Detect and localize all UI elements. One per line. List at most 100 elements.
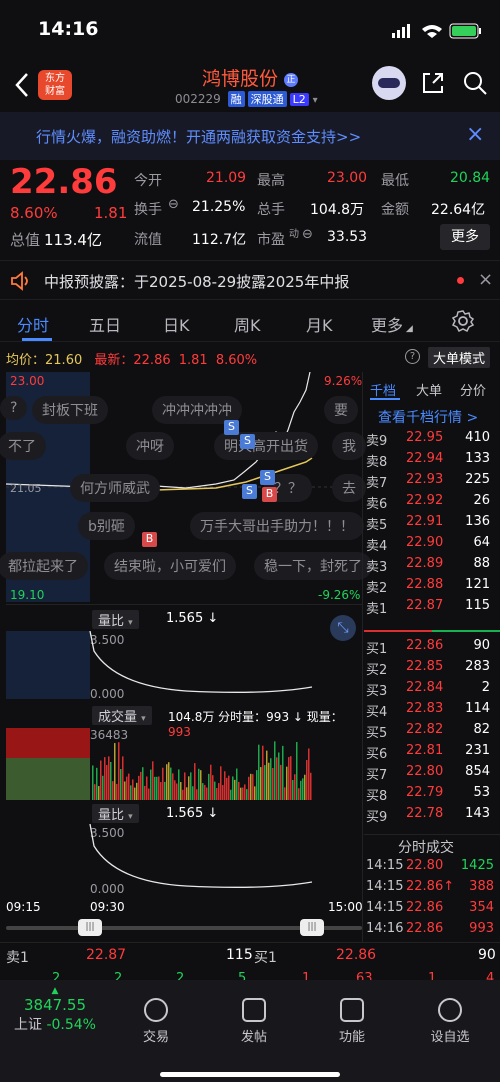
low-value: 20.84 bbox=[450, 170, 491, 186]
nav-functions[interactable]: 功能 bbox=[312, 998, 392, 1045]
ask-row[interactable]: 卖2 22.88 121 bbox=[364, 577, 500, 599]
bid-row[interactable]: 买8 22.79 53 bbox=[364, 785, 500, 807]
bid-row[interactable]: 买1 22.86 90 bbox=[364, 638, 500, 660]
book-tab-big[interactable]: 大单 bbox=[416, 380, 442, 399]
tag-sz-connect: 深股通 bbox=[247, 91, 287, 107]
ask-volume: 225 bbox=[465, 472, 490, 487]
book-view-link[interactable]: 查看千档行情 > bbox=[378, 407, 478, 427]
trade-volume: 388 bbox=[469, 879, 494, 894]
banner-text[interactable]: 行情火爆，融资助燃！开通两融获取资金支持>> bbox=[36, 126, 361, 147]
trade-price: 22.80 bbox=[406, 858, 444, 873]
volume-ratio-panel-1[interactable]: 量比 ▾ 1.565 ↓ 3.500 0.000 ⤡ bbox=[6, 604, 362, 701]
book-tab-price[interactable]: 分价 bbox=[460, 380, 486, 399]
range-handle-right[interactable]: ||| bbox=[300, 919, 324, 936]
trade-row: 14:15 22.86↑ 388 bbox=[364, 879, 500, 901]
bid-row[interactable]: 买7 22.80 854 bbox=[364, 764, 500, 786]
book-divider bbox=[364, 630, 500, 632]
volume-selector[interactable]: 成交量 ▾ bbox=[92, 706, 152, 725]
volume-ratio-selector-1[interactable]: 量比 ▾ bbox=[92, 610, 139, 629]
avg-label: 均价： bbox=[6, 353, 46, 368]
bid-level-label: 买2 bbox=[366, 663, 388, 678]
settings-icon[interactable] bbox=[452, 310, 474, 332]
ask-row[interactable]: 卖7 22.93 225 bbox=[364, 472, 500, 494]
nav-watchlist[interactable]: 设自选 bbox=[410, 998, 490, 1045]
tab-daily-k[interactable]: 日K bbox=[163, 312, 190, 336]
bid-price: 22.84 bbox=[406, 680, 444, 695]
bid-volume: 90 bbox=[473, 638, 490, 653]
book-tab-thousand[interactable]: 千档 bbox=[370, 380, 396, 399]
bid-row[interactable]: 买3 22.84 2 bbox=[364, 680, 500, 702]
low-label: 最低 bbox=[381, 173, 409, 189]
tab-monthly-k[interactable]: 月K bbox=[306, 312, 333, 336]
buy-marker[interactable]: B bbox=[142, 532, 157, 547]
tab-intraday[interactable]: 分时 bbox=[17, 312, 49, 336]
notice-bar[interactable]: 中报预披露：于2025-08-29披露2025年中报 × bbox=[0, 260, 500, 300]
ask-volume: 26 bbox=[473, 493, 490, 508]
bid-volume: 82 bbox=[473, 722, 490, 737]
volume-ratio-line-1 bbox=[89, 631, 313, 693]
trade-price: 22.86 bbox=[406, 900, 444, 915]
sell-marker[interactable]: S bbox=[224, 420, 239, 435]
bid-price: 22.79 bbox=[406, 785, 444, 800]
y-mid-label: 21.05 bbox=[10, 482, 42, 495]
x-label-open: 09:30 bbox=[90, 900, 125, 914]
help-icon[interactable]: ? bbox=[405, 349, 420, 364]
tab-5day[interactable]: 五日 bbox=[89, 312, 121, 336]
buy-marker[interactable]: B bbox=[262, 487, 277, 502]
ask-row[interactable]: 卖8 22.94 133 bbox=[364, 451, 500, 473]
tab-more[interactable]: 更多 ◢ bbox=[371, 312, 413, 336]
bid-row[interactable]: 买2 22.85 283 bbox=[364, 659, 500, 681]
ask-row[interactable]: 卖6 22.92 26 bbox=[364, 493, 500, 515]
share-icon[interactable] bbox=[420, 70, 446, 96]
sell-marker[interactable]: S bbox=[260, 470, 275, 485]
ask-row[interactable]: 卖1 22.87 115 bbox=[364, 598, 500, 620]
danmu-bubble: 明天高开出货 bbox=[214, 432, 318, 460]
ask-row[interactable]: 卖5 22.91 136 bbox=[364, 514, 500, 536]
bid-row[interactable]: 买6 22.81 231 bbox=[364, 743, 500, 765]
ask-row[interactable]: 卖9 22.95 410 bbox=[364, 430, 500, 452]
range-handle-left[interactable]: ||| bbox=[78, 919, 102, 936]
turnover-info-icon[interactable]: ⊖ bbox=[168, 197, 179, 212]
ask-row[interactable]: 卖3 22.89 88 bbox=[364, 556, 500, 578]
more-button[interactable]: 更多 bbox=[440, 224, 490, 250]
stock-code-row: 002229 融深股通 L2 ▾ bbox=[175, 91, 318, 107]
danmu-bubble: ? bbox=[0, 396, 28, 420]
ask-level-label: 卖1 bbox=[366, 602, 388, 617]
nav-post[interactable]: 发帖 bbox=[214, 998, 294, 1045]
period-tabs: 分时 五日 日K 周K 月K 更多 ◢ bbox=[0, 302, 500, 342]
bid-row[interactable]: 买4 22.83 114 bbox=[364, 701, 500, 723]
danmu-bubble: 冲呀 bbox=[126, 432, 174, 460]
sell-marker[interactable]: S bbox=[240, 434, 255, 449]
bid-price: 22.80 bbox=[406, 764, 444, 779]
banner-close-icon[interactable]: × bbox=[466, 122, 484, 147]
tab-weekly-k[interactable]: 周K bbox=[234, 312, 261, 336]
search-icon[interactable] bbox=[462, 70, 488, 96]
nav-trade[interactable]: 交易 bbox=[116, 998, 196, 1045]
big-order-mode-button[interactable]: 大单模式 bbox=[428, 347, 491, 368]
ask-row[interactable]: 卖4 22.90 64 bbox=[364, 535, 500, 557]
ask-price: 22.91 bbox=[406, 514, 444, 529]
ask-price: 22.94 bbox=[406, 451, 444, 466]
trade-volume: 354 bbox=[469, 900, 494, 915]
index-widget[interactable]: ▲ 3847.55 上证 -0.54% bbox=[0, 986, 110, 1034]
danmu-bubble: 都拉起来了 bbox=[0, 552, 88, 580]
bid-volume: 231 bbox=[465, 743, 490, 758]
notice-close-icon[interactable]: × bbox=[478, 269, 493, 290]
sell-marker[interactable]: S bbox=[242, 484, 257, 499]
intraday-price-chart[interactable]: 23.00 19.10 21.05 9.26% -9.26% ? 封板下班 冲冲… bbox=[0, 372, 372, 602]
nav-post-label: 发帖 bbox=[240, 1030, 267, 1045]
bid-level-label: 买3 bbox=[366, 684, 388, 699]
bid-volume: 2 bbox=[481, 680, 490, 695]
expand-icon[interactable]: ⤡ bbox=[330, 615, 356, 641]
tab-underline bbox=[22, 338, 52, 341]
promo-banner[interactable]: 行情火爆，融资助燃！开通两融获取资金支持>> × bbox=[0, 112, 500, 160]
bid-level-label: 买8 bbox=[366, 789, 388, 804]
volume-ratio-line-2 bbox=[89, 824, 313, 888]
bid-row[interactable]: 买9 22.78 143 bbox=[364, 806, 500, 828]
volume-panel[interactable]: 成交量 ▾ 104.8万 分时量：993 ↓ 现量：993 36483 bbox=[6, 702, 362, 802]
assistant-robot-icon[interactable] bbox=[372, 66, 406, 100]
volume-ratio-selector-2[interactable]: 量比 ▾ bbox=[92, 804, 139, 823]
volume-ratio-panel-2[interactable]: 量比 ▾ 1.565 ↓ 3.500 0.000 bbox=[6, 802, 362, 898]
bid-row[interactable]: 买5 22.82 82 bbox=[364, 722, 500, 744]
pe-info-icon[interactable]: ⊖ bbox=[302, 227, 313, 242]
